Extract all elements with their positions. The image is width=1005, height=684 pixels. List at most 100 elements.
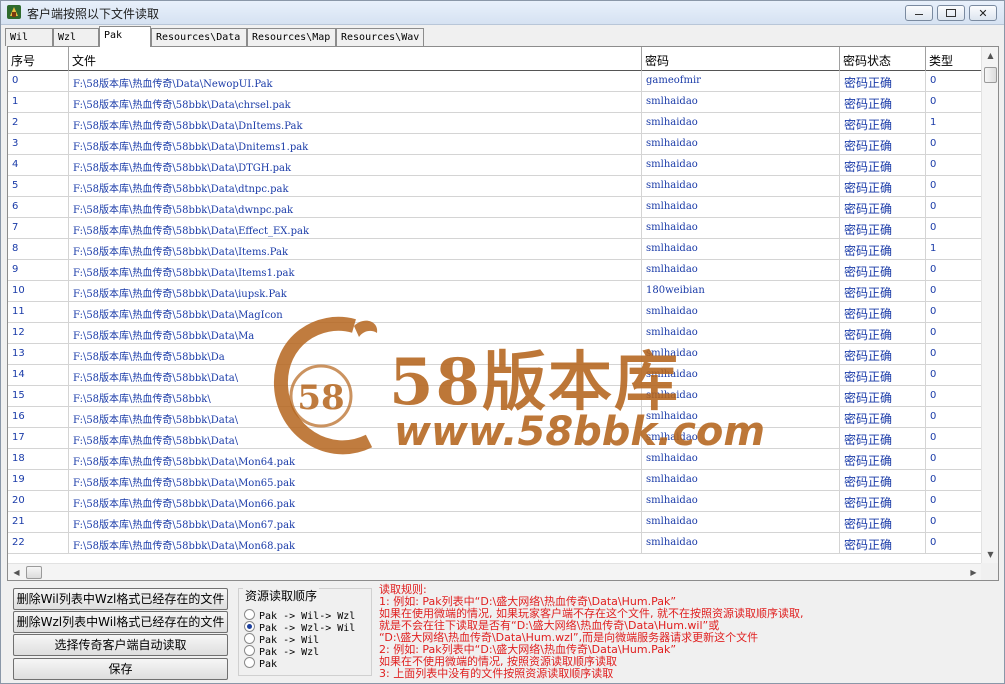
cell-file: F:\58版本库\热血传奇\58bbk\Data\Mon68.pak [69,533,642,554]
radio-icon[interactable] [244,645,255,656]
table-row[interactable]: 6 F:\58版本库\热血传奇\58bbk\Data\dwnpc.pak smlha… [8,197,982,218]
tab-wil[interactable]: Wil [5,28,53,46]
cell-type: 0 [926,71,982,92]
table-row[interactable]: 22 F:\58版本库\热血传奇\58bbk\Data\Mon68.pak smlh… [8,533,982,554]
table-row[interactable]: 19 F:\58版本库\热血传奇\58bbk\Data\Mon65.pak smlh… [8,470,982,491]
main-window: 客户端按照以下文件读取 ✕ Wil Wzl Pak Resources\Data… [0,0,1005,684]
table-row[interactable]: 18 F:\58版本库\热血传奇\58bbk\Data\Mon64.pak smlh… [8,449,982,470]
cell-status: 密码正确 [840,344,926,365]
tab-pak[interactable]: Pak [99,26,151,47]
minimize-icon [915,11,923,15]
header-file[interactable]: 文件 [69,47,642,71]
table-row[interactable]: 7 F:\58版本库\热血传奇\58bbk\Data\Effect_EX.pak s… [8,218,982,239]
cell-index: 0 [8,71,69,92]
radio-icon[interactable] [244,657,255,668]
cell-index: 19 [8,470,69,491]
select-client-button[interactable]: 选择传奇客户端自动读取 [13,634,228,656]
cell-status: 密码正确 [840,155,926,176]
tab-resources-wav[interactable]: Resources\Wav [336,28,424,46]
read-order-option[interactable]: Pak -> Wil-> Wzl [244,609,355,622]
table-row[interactable]: 17 F:\58版本库\热血传奇\58bbk\Data\ smlhaidao 密码正确… [8,428,982,449]
cell-index: 17 [8,428,69,449]
cell-password: smlhaidao [642,449,840,470]
horizontal-scrollbar[interactable]: ◀ ▶ [8,563,982,580]
cell-status: 密码正确 [840,365,926,386]
header-password[interactable]: 密码 [642,47,840,71]
table-row[interactable]: 15 F:\58版本库\热血传奇\58bbk\ smlhaidao 密码正确 0 [8,386,982,407]
cell-status: 密码正确 [840,470,926,491]
read-order-option[interactable]: Pak [244,657,277,670]
radio-icon[interactable] [244,609,255,620]
cell-status: 密码正确 [840,134,926,155]
cell-file: F:\58版本库\热血传奇\58bbk\Data\Mon64.pak [69,449,642,470]
table-row[interactable]: 21 F:\58版本库\热血传奇\58bbk\Data\Mon67.pak smlh… [8,512,982,533]
table-row[interactable]: 9 F:\58版本库\热血传奇\58bbk\Data\Items1.pak smlh… [8,260,982,281]
horizontal-scroll-thumb[interactable] [26,566,42,579]
table-row[interactable]: 5 F:\58版本库\热血传奇\58bbk\Data\dtnpc.pak smlha… [8,176,982,197]
cell-file: F:\58版本库\热血传奇\58bbk\Data\Effect_EX.pak [69,218,642,239]
cell-type: 0 [926,512,982,533]
table-row[interactable]: 12 F:\58版本库\热血传奇\58bbk\Data\Ma smlhaidao 密码… [8,323,982,344]
restore-icon [946,9,956,17]
delete-wil-duplicates-button[interactable]: 删除Wil列表中Wzl格式已经存在的文件 [13,588,228,610]
scroll-right-icon[interactable]: ▶ [965,564,982,580]
cell-file: F:\58版本库\热血传奇\58bbk\Data\Dnitems1.pak [69,134,642,155]
table-row[interactable]: 1 F:\58版本库\热血传奇\58bbk\Data\chrsel.pak smlh… [8,92,982,113]
cell-status: 密码正确 [840,197,926,218]
table-row[interactable]: 3 F:\58版本库\热血传奇\58bbk\Data\Dnitems1.pak sm… [8,134,982,155]
cell-password: smlhaidao [642,407,840,428]
read-order-option[interactable]: Pak -> Wzl-> Wil [244,621,355,634]
vertical-scrollbar[interactable]: ▲ ▼ [981,47,998,563]
table-row[interactable]: 8 F:\58版本库\热血传奇\58bbk\Data\Items.Pak smlha… [8,239,982,260]
cell-file: F:\58版本库\热血传奇\58bbk\Data\Items.Pak [69,239,642,260]
cell-type: 0 [926,407,982,428]
cell-status: 密码正确 [840,113,926,134]
cell-type: 0 [926,428,982,449]
file-list-grid[interactable]: 序号 文件 密码 密码状态 类型 0 F:\58版本库\热血传奇\Data\New… [7,46,999,581]
table-row[interactable]: 20 F:\58版本库\热血传奇\58bbk\Data\Mon66.pak smlh… [8,491,982,512]
save-button[interactable]: 保存 [13,658,228,680]
table-row[interactable]: 4 F:\58版本库\热血传奇\58bbk\Data\DTGH.pak smlhai… [8,155,982,176]
header-password-status[interactable]: 密码状态 [840,47,926,71]
window-title: 客户端按照以下文件读取 [27,7,160,21]
cell-password: smlhaidao [642,92,840,113]
cell-type: 0 [926,197,982,218]
table-row[interactable]: 10 F:\58版本库\热血传奇\58bbk\Data\iupsk.Pak 180w… [8,281,982,302]
close-button[interactable]: ✕ [969,5,997,21]
table-row[interactable]: 13 F:\58版本库\热血传奇\58bbk\Da smlhaidao 密码正确 0 [8,344,982,365]
tab-resources-data[interactable]: Resources\Data [151,28,247,46]
cell-file: F:\58版本库\热血传奇\58bbk\Data\Mon67.pak [69,512,642,533]
table-row[interactable]: 16 F:\58版本库\热血传奇\58bbk\Data\ smlhaidao 密码正确… [8,407,982,428]
tab-resources-map[interactable]: Resources\Map [247,28,336,46]
vertical-scroll-thumb[interactable] [984,67,997,83]
scroll-up-icon[interactable]: ▲ [982,47,998,64]
header-type[interactable]: 类型 [926,47,982,71]
cell-status: 密码正确 [840,407,926,428]
cell-status: 密码正确 [840,260,926,281]
cell-file: F:\58版本库\热血传奇\58bbk\Data\DnItems.Pak [69,113,642,134]
cell-status: 密码正确 [840,512,926,533]
read-order-option[interactable]: Pak -> Wzl [244,645,319,658]
scroll-left-icon[interactable]: ◀ [8,564,25,580]
radio-checked-icon[interactable] [244,621,255,632]
header-index[interactable]: 序号 [8,47,69,71]
cell-password: smlhaidao [642,155,840,176]
cell-type: 0 [926,323,982,344]
cell-file: F:\58版本库\热血传奇\58bbk\Data\Mon65.pak [69,470,642,491]
restore-button[interactable] [937,5,965,21]
delete-wzl-duplicates-button[interactable]: 删除Wzl列表中Wil格式已经存在的文件 [13,611,228,633]
scroll-down-icon[interactable]: ▼ [982,546,998,563]
cell-file: F:\58版本库\热血传奇\58bbk\Data\ [69,365,642,386]
cell-index: 10 [8,281,69,302]
table-row[interactable]: 11 F:\58版本库\热血传奇\58bbk\Data\MagIcon smlhai… [8,302,982,323]
table-row[interactable]: 2 F:\58版本库\热血传奇\58bbk\Data\DnItems.Pak sml… [8,113,982,134]
tab-wzl[interactable]: Wzl [53,28,99,46]
read-order-option[interactable]: Pak -> Wil [244,633,319,646]
minimize-button[interactable] [905,5,933,21]
table-row[interactable]: 0 F:\58版本库\热血传奇\Data\NewopUI.Pak gameofmir… [8,71,982,92]
cell-password: smlhaidao [642,302,840,323]
read-rules: 读取规则: 1: 例如: Pak列表中“D:\盛大网络\热血传奇\Data\Hu… [379,584,989,680]
cell-status: 密码正确 [840,386,926,407]
table-row[interactable]: 14 F:\58版本库\热血传奇\58bbk\Data\ smlhaidao 密码正确… [8,365,982,386]
radio-icon[interactable] [244,633,255,644]
